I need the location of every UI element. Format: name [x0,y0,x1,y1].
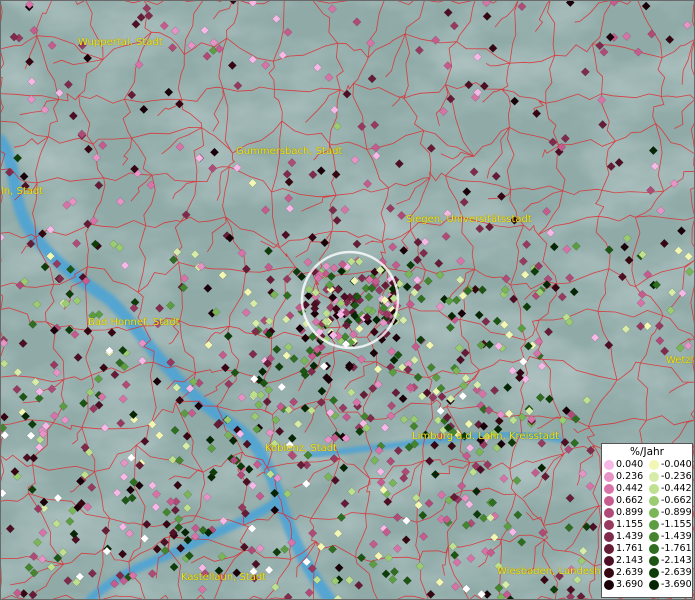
legend-row: 1.761 -1.761 [602,543,692,555]
legend-swatch [649,580,659,590]
legend-entry-positive: 2.639 [602,567,647,579]
legend-entry-negative: -0.662 [647,495,692,507]
legend-value: -0.899 [661,507,692,518]
city-label-limburg: Limburg a.d. Lahn, Kreisstadt [412,431,560,442]
legend-entry-positive: 0.899 [602,507,647,519]
legend-entry-negative: -0.899 [647,507,692,519]
legend-value: -1.439 [661,531,692,542]
legend-swatch [604,556,614,566]
legend-row: 3.690 -3.690 [602,579,692,591]
legend-value: 1.761 [616,543,644,554]
city-label-wuppertal: Wuppertal, Stadt [78,37,163,48]
legend-entry-negative: -2.143 [647,555,692,567]
city-label-koeln: ln, Stadt [1,186,44,197]
legend-value: 0.040 [616,459,644,470]
legend-swatch [604,484,614,494]
legend-value: 0.442 [616,483,644,494]
legend-value: 0.662 [616,495,644,506]
legend-swatch [649,520,659,530]
legend-entry-positive: 3.690 [602,579,647,591]
legend-title: %/Jahr [629,446,665,458]
legend-swatch [604,532,614,542]
legend-entry-negative: -3.690 [647,579,692,591]
legend-swatch [649,472,659,482]
legend-swatch [649,508,659,518]
legend-value: 0.899 [616,507,644,518]
legend-row: 0.899 -0.899 [602,507,692,519]
legend-value: -0.442 [661,483,692,494]
legend-row: 0.236 -0.236 [602,471,692,483]
legend-entry-positive: 0.442 [602,483,647,495]
legend-entry-positive: 1.761 [602,543,647,555]
legend-row: 1.439 -1.439 [602,531,692,543]
legend-entry-negative: -0.236 [647,471,692,483]
legend-entry-negative: -1.761 [647,543,692,555]
city-label-kastellaun: Kastellaun, Stadt [181,572,267,583]
legend-swatch [604,568,614,578]
legend-swatch [604,460,614,470]
legend-value: 2.639 [616,567,644,578]
legend-entry-positive: 1.155 [602,519,647,531]
legend-entry-positive: 0.040 [602,459,647,471]
legend-value: 3.690 [616,579,644,590]
legend-value: 1.155 [616,519,644,530]
legend-entry-positive: 0.662 [602,495,647,507]
legend-swatch [649,544,659,554]
legend-rows: 0.040 -0.040 0.236 -0.236 0.442 -0.442 0.662 -0… [602,459,692,591]
legend-entry-negative: -0.442 [647,483,692,495]
legend-value: -1.155 [661,519,692,530]
legend-row: 2.639 -2.639 [602,567,692,579]
legend-value: -2.639 [661,567,692,578]
legend-entry-negative: -1.155 [647,519,692,531]
legend-swatch [649,568,659,578]
legend-entry-positive: 0.236 [602,471,647,483]
legend-entry-positive: 2.143 [602,555,647,567]
legend-value: -0.040 [661,459,692,470]
legend: %/Jahr 0.040 -0.040 0.236 -0.236 0.442 -0.442… [601,443,693,598]
legend-swatch [604,544,614,554]
legend-entry-negative: -1.439 [647,531,692,543]
legend-value: -2.143 [661,555,692,566]
legend-value: -0.236 [661,471,692,482]
legend-swatch [604,472,614,482]
legend-swatch [649,484,659,494]
legend-row: 2.143 -2.143 [602,555,692,567]
legend-value: 0.236 [616,471,644,482]
legend-value: -0.662 [661,495,692,506]
city-label-koblenz: Koblenz, Stadt [265,443,338,454]
legend-value: -3.690 [661,579,692,590]
city-label-wiesbaden: Wiesbaden, Landesh [497,566,601,577]
legend-swatch [604,508,614,518]
legend-swatch [604,580,614,590]
legend-row: 0.662 -0.662 [602,495,692,507]
legend-value: 1.439 [616,531,644,542]
legend-entry-positive: 1.439 [602,531,647,543]
legend-swatch [649,532,659,542]
legend-swatch [604,496,614,506]
city-label-bad-honnef: Bad Honnef, Stadt [88,317,180,328]
legend-entry-negative: -0.040 [647,459,692,471]
legend-swatch [649,496,659,506]
legend-value: -1.761 [661,543,692,554]
map-canvas[interactable] [0,0,695,600]
legend-value: 2.143 [616,555,644,566]
city-label-siegen: Siegen, Universitätsstadt [406,214,532,225]
legend-swatch [604,520,614,530]
legend-row: 1.155 -1.155 [602,519,692,531]
city-label-wetzlar: Wetzl [666,355,694,366]
legend-swatch [649,460,659,470]
legend-swatch [649,556,659,566]
city-label-gummersbach: Gummersbach, Stadt [236,146,343,157]
legend-row: 0.442 -0.442 [602,483,692,495]
legend-row: 0.040 -0.040 [602,459,692,471]
legend-entry-negative: -2.639 [647,567,692,579]
